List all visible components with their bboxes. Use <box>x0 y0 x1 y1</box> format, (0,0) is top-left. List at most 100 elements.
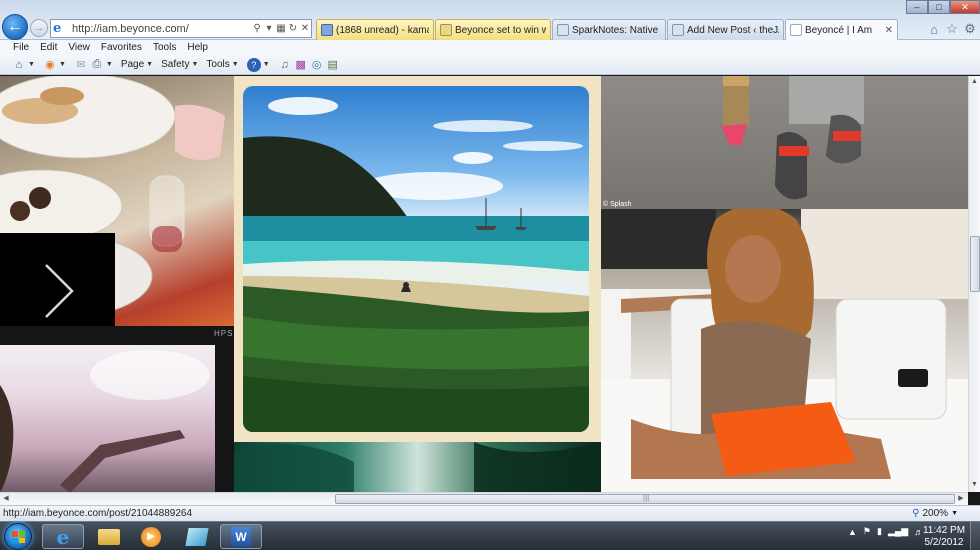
zoom-control[interactable]: ⚲ 200% ▼ <box>912 508 958 519</box>
zoom-dropdown-icon[interactable]: ▼ <box>951 510 958 517</box>
menu-favorites[interactable]: Favorites <box>101 42 142 53</box>
rss-feed-icon[interactable]: ◉ <box>43 58 57 72</box>
skype-icon[interactable]: ◎ <box>310 58 324 72</box>
mail-tab-icon <box>321 24 333 36</box>
menu-bar: File Edit View Favorites Tools Help <box>0 40 980 55</box>
window-close-button[interactable]: ✕ <box>950 0 980 14</box>
stop-icon[interactable]: ✕ <box>299 23 311 34</box>
trees-photo[interactable] <box>234 442 601 492</box>
sneakers-graphic <box>721 76 864 200</box>
vertical-scroll-thumb[interactable] <box>970 236 980 292</box>
back-button[interactable]: ← <box>2 14 28 40</box>
action-center-flag-icon[interactable]: ⚑ <box>863 526 871 537</box>
start-button[interactable] <box>4 523 32 550</box>
help-dropdown-icon[interactable]: ▼ <box>263 61 270 68</box>
command-bar: ⌂ ▼ ◉ ▼ ✉ ⎙ ▼ Page ▼ Safety ▼ Tools ▼ ? ▼ ♫ ▩ ◎… <box>0 55 980 75</box>
tools-dropdown-icon[interactable]: ▼ <box>232 61 239 68</box>
home-icon[interactable]: ⌂ <box>926 21 942 37</box>
taskbar-app[interactable] <box>176 524 218 549</box>
page-menu[interactable]: Page <box>121 59 144 70</box>
forward-button[interactable]: → <box>30 19 48 37</box>
scroll-left-icon[interactable]: ◀ <box>0 493 12 505</box>
onenote-icon[interactable]: ▩ <box>294 58 308 72</box>
taskbar-media-player[interactable]: ▶ <box>130 524 172 549</box>
sneakers-photo[interactable]: © Splash <box>601 76 968 209</box>
sky-photo[interactable]: HPS <box>0 326 234 492</box>
tab-label: Add New Post ‹ theJAS... <box>687 24 779 36</box>
menu-file[interactable]: File <box>13 42 29 53</box>
safety-dropdown-icon[interactable]: ▼ <box>191 61 198 68</box>
home-icon[interactable]: ⌂ <box>12 58 26 72</box>
page-tab-icon <box>790 24 802 36</box>
page-dropdown-icon[interactable]: ▼ <box>146 61 153 68</box>
tab-beyonce-i-am[interactable]: Beyoncé | I Am ✕ <box>785 19 898 40</box>
address-dropdown-icon[interactable]: ▾ <box>263 23 275 34</box>
browser-title-bar: ← → e http://iam.beyonce.com/ ⚲ ▾ ▦ ↻ ✕ … <box>0 0 980 40</box>
horizontal-scrollbar[interactable]: ◀ ||| ▶ <box>0 492 968 505</box>
help-icon[interactable]: ? <box>246 57 261 72</box>
tab-beyonce-news[interactable]: Beyonce set to win writi... <box>435 19 551 40</box>
ie-logo-icon: e <box>56 524 70 549</box>
menu-view[interactable]: View <box>68 42 90 53</box>
vertical-scrollbar[interactable]: ▲ ▼ <box>968 76 980 492</box>
trees-graphic <box>234 442 601 492</box>
tab-label: (1868 unread) - kamaria... <box>336 24 429 36</box>
status-bar: http://iam.beyonce.com/post/21044889264 … <box>0 505 980 521</box>
close-tab-icon[interactable]: ✕ <box>885 25 893 36</box>
scroll-down-icon[interactable]: ▼ <box>969 479 980 491</box>
app-icon <box>185 527 209 546</box>
settings-gear-icon[interactable]: ⚙ <box>962 21 978 37</box>
tab-sparknotes[interactable]: SparkNotes: Native Son <box>552 19 666 40</box>
clock-date: 5/2/2012 <box>924 537 964 548</box>
tab-kamaria[interactable]: (1868 unread) - kamaria... <box>316 19 434 40</box>
minimize-button[interactable]: – <box>906 0 928 14</box>
print-icon[interactable]: ⎙ <box>90 58 104 72</box>
scroll-right-icon[interactable]: ▶ <box>955 493 967 505</box>
show-desktop-button[interactable] <box>970 522 980 550</box>
page-content: HPS © Splash <box>0 76 968 492</box>
beyonce-laptop-photo[interactable] <box>601 209 968 492</box>
sky-photo-image <box>0 345 215 492</box>
mail-icon[interactable]: ✉ <box>74 58 88 72</box>
taskbar-clock[interactable]: 11:42 PM 5/2/2012 <box>920 525 968 549</box>
tab-add-new-post[interactable]: Add New Post ‹ theJAS... <box>667 19 784 40</box>
forward-arrow-icon: → <box>33 22 45 34</box>
address-bar[interactable]: e http://iam.beyonce.com/ ⚲ ▾ ▦ ↻ ✕ <box>50 19 312 38</box>
tab-label: Beyonce set to win writi... <box>455 24 546 36</box>
windows-taskbar: e ▶ W ▲ ⚑ ▮ ▂▄▆ ♬ 11:42 PM 5/2/2012 <box>0 521 980 550</box>
menu-help[interactable]: Help <box>187 42 208 53</box>
address-url[interactable]: http://iam.beyonce.com/ <box>72 23 251 35</box>
zoom-icon: ⚲ <box>912 508 920 519</box>
maximize-button[interactable]: □ <box>928 0 950 14</box>
addon-icon[interactable]: ▤ <box>326 58 340 72</box>
beyonce-laptop-graphic <box>601 209 968 492</box>
scroll-up-icon[interactable]: ▲ <box>969 76 980 88</box>
taskbar-explorer[interactable] <box>88 524 130 549</box>
feed-dropdown-icon[interactable]: ▼ <box>59 61 66 68</box>
battery-icon[interactable]: ▮ <box>877 526 882 537</box>
home-dropdown-icon[interactable]: ▼ <box>28 61 35 68</box>
photo-header-text: HPS <box>214 329 234 338</box>
beach-photo[interactable] <box>234 76 601 442</box>
research-icon[interactable]: ♫ <box>278 58 292 72</box>
menu-edit[interactable]: Edit <box>40 42 57 53</box>
photo-credit: © Splash <box>603 201 632 208</box>
compat-view-icon[interactable]: ▦ <box>275 23 287 34</box>
zoom-level: 200% <box>922 508 949 519</box>
back-arrow-icon: ← <box>7 18 23 35</box>
show-hidden-icons[interactable]: ▲ <box>848 527 857 537</box>
tools-menu[interactable]: Tools <box>206 59 229 70</box>
search-icon[interactable]: ⚲ <box>251 23 263 34</box>
favorites-star-icon[interactable]: ☆ <box>944 21 960 37</box>
beach-graphic <box>243 97 589 432</box>
refresh-icon[interactable]: ↻ <box>287 23 299 34</box>
safety-menu[interactable]: Safety <box>161 59 189 70</box>
beach-photo-image <box>243 86 589 432</box>
network-icon[interactable]: ▂▄▆ <box>888 526 908 537</box>
menu-tools[interactable]: Tools <box>153 42 176 53</box>
print-dropdown-icon[interactable]: ▼ <box>106 61 113 68</box>
taskbar-ie[interactable]: e <box>42 524 84 549</box>
taskbar-word[interactable]: W <box>220 524 262 549</box>
ie-logo-icon: e <box>53 20 62 36</box>
sky-photo-graphic <box>0 350 210 492</box>
